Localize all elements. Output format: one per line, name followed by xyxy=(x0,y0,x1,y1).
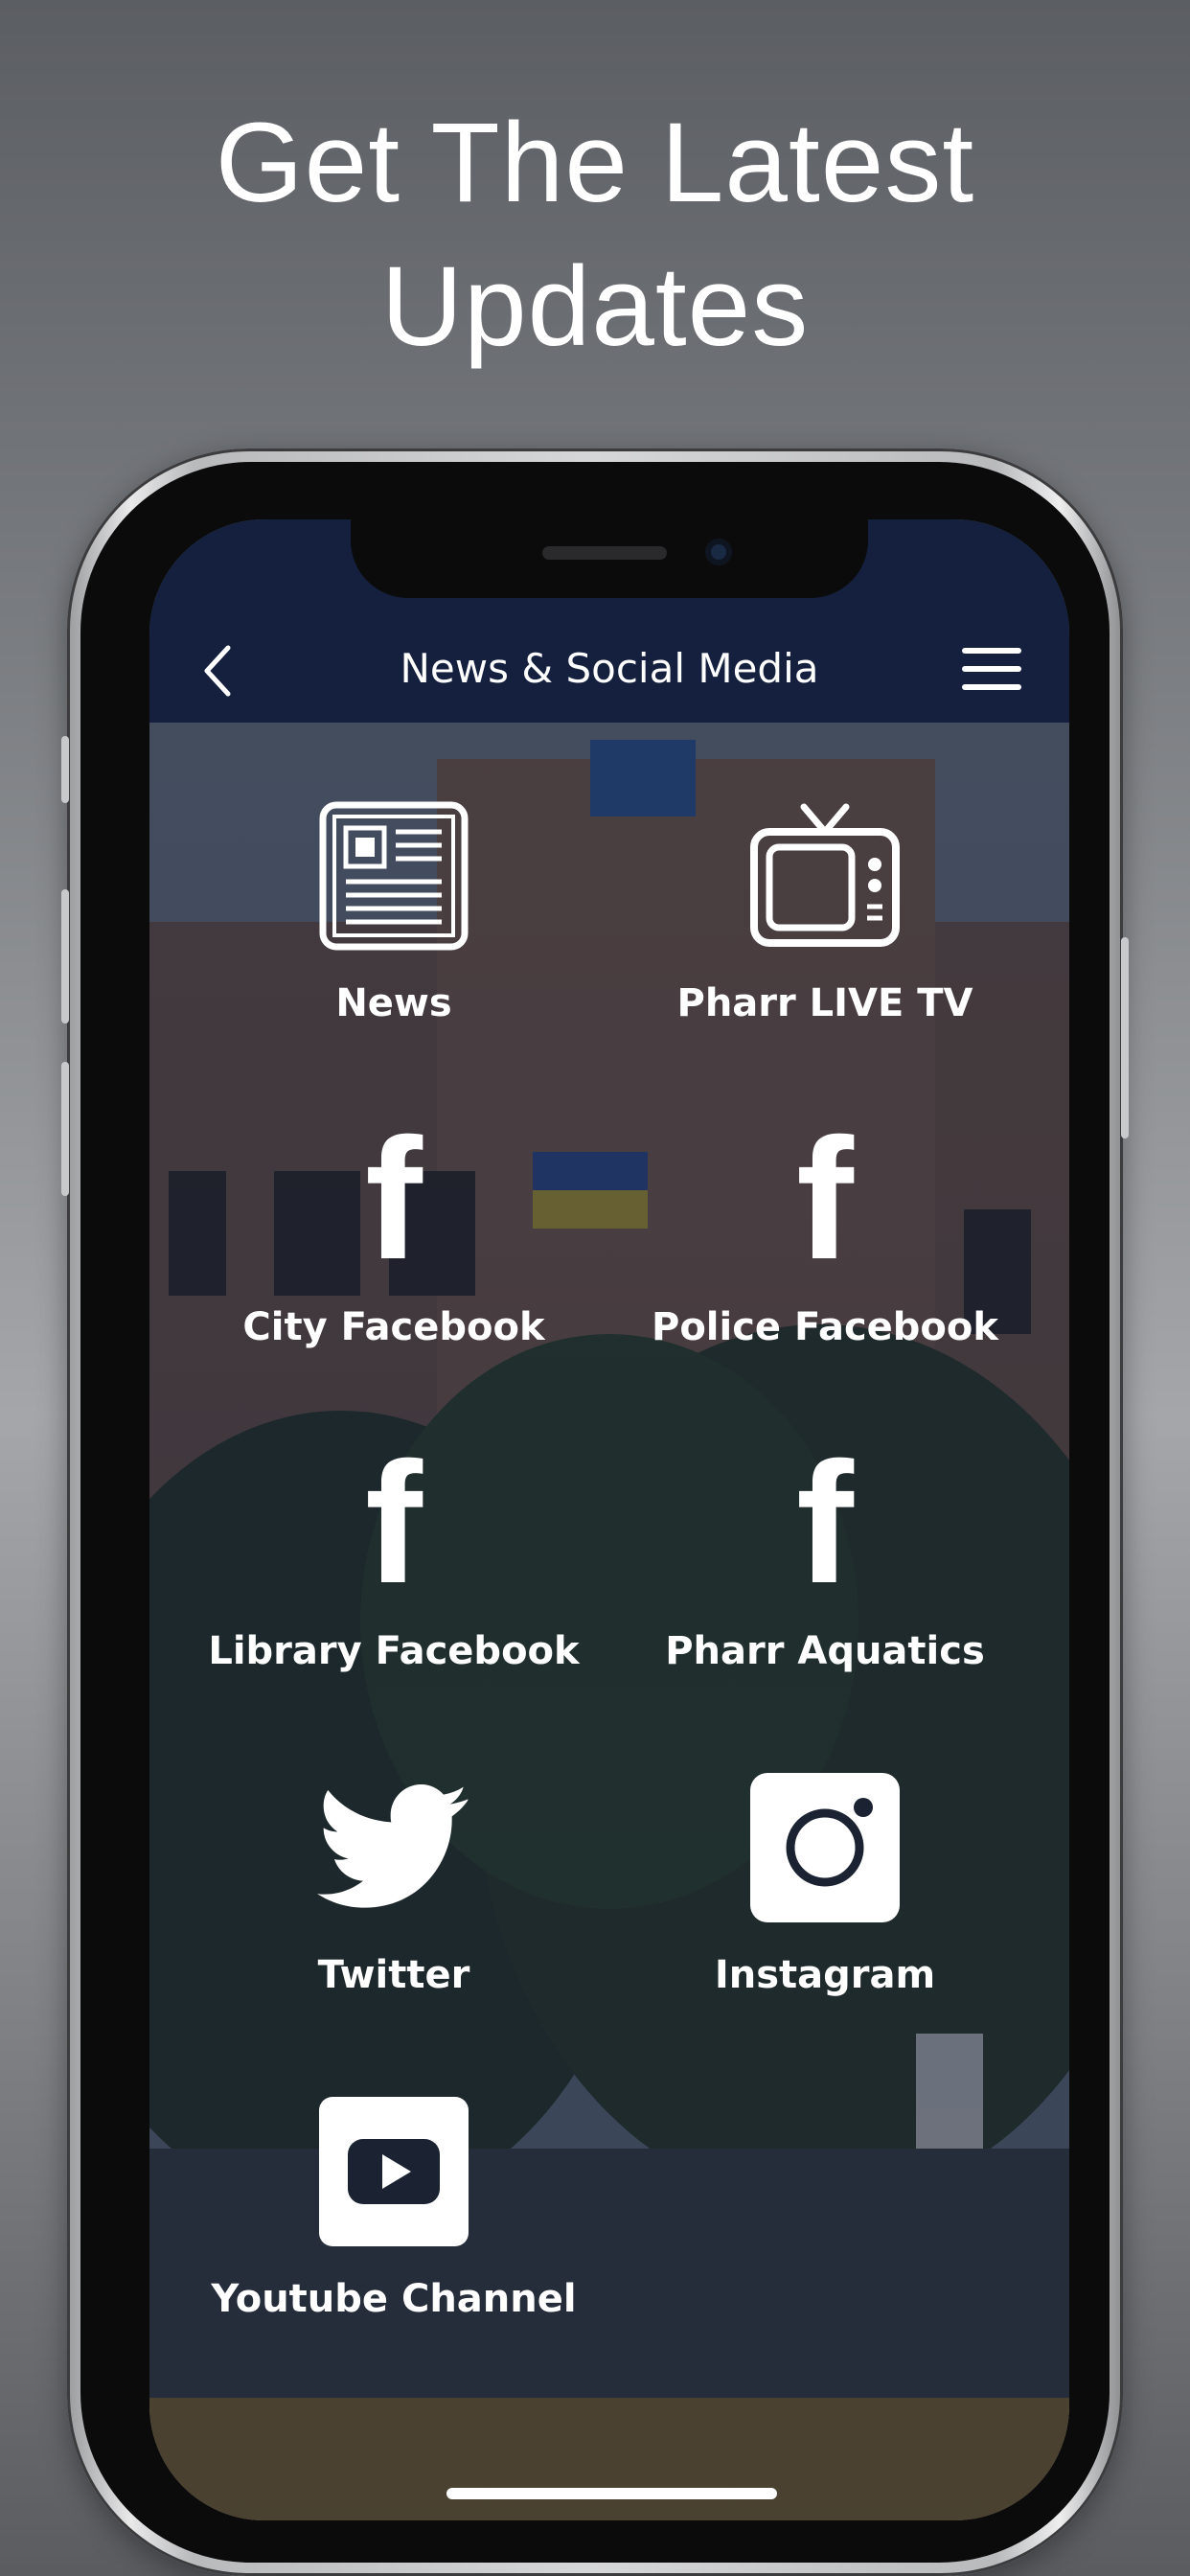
menu-line xyxy=(962,666,1021,672)
home-indicator[interactable] xyxy=(446,2488,777,2499)
tile-instagram[interactable]: Instagram xyxy=(624,1757,1026,2044)
newspaper-icon xyxy=(319,801,469,951)
earpiece-speaker xyxy=(542,546,667,560)
facebook-icon: f xyxy=(365,1103,423,1296)
headline-line-1: Get The Latest xyxy=(215,100,975,226)
tile-city-facebook[interactable]: f City Facebook xyxy=(193,1109,595,1396)
tile-twitter[interactable]: Twitter xyxy=(193,1757,595,2044)
tile-label: Twitter xyxy=(317,1953,470,1997)
facebook-icon: f xyxy=(365,1427,423,1620)
phone-bezel: News & Social Media News Pharr LIVE TV f… xyxy=(80,462,1110,2563)
television-icon xyxy=(750,803,900,947)
menu-line xyxy=(962,684,1021,690)
hamburger-menu-button[interactable] xyxy=(962,648,1021,692)
front-camera xyxy=(705,539,732,565)
tile-library-facebook[interactable]: f Library Facebook xyxy=(193,1433,595,1720)
tile-label: Youtube Channel xyxy=(211,2277,577,2321)
page-title: News & Social Media xyxy=(400,645,819,692)
tile-youtube-channel[interactable]: Youtube Channel xyxy=(193,2081,595,2368)
volume-down-button xyxy=(61,1062,69,1196)
tile-news[interactable]: News xyxy=(193,785,595,1072)
youtube-icon xyxy=(319,2097,469,2246)
tile-label: Library Facebook xyxy=(208,1629,580,1673)
facebook-icon: f xyxy=(796,1103,854,1296)
power-button xyxy=(1121,937,1129,1138)
tile-pharr-live-tv[interactable]: Pharr LIVE TV xyxy=(624,785,1026,1072)
twitter-icon xyxy=(317,1784,469,1908)
marketing-headline: Get The Latest Updates xyxy=(0,91,1190,379)
notch xyxy=(351,519,868,598)
menu-line xyxy=(962,648,1021,654)
phone-frame: News & Social Media News Pharr LIVE TV f… xyxy=(61,448,1129,2576)
tile-police-facebook[interactable]: f Police Facebook xyxy=(624,1109,1026,1396)
tile-label: Instagram xyxy=(714,1953,936,1997)
mute-switch xyxy=(61,736,69,803)
headline-line-2: Updates xyxy=(380,243,810,370)
tile-label: Police Facebook xyxy=(652,1305,998,1349)
tile-label: Pharr Aquatics xyxy=(665,1629,985,1673)
app-screen: News & Social Media News Pharr LIVE TV f… xyxy=(149,519,1069,2520)
volume-up-button xyxy=(61,889,69,1024)
instagram-icon xyxy=(750,1773,900,1922)
tile-label: Pharr LIVE TV xyxy=(676,981,973,1025)
facebook-icon: f xyxy=(796,1427,854,1620)
tile-label: News xyxy=(335,981,452,1025)
tile-pharr-aquatics[interactable]: f Pharr Aquatics xyxy=(624,1433,1026,1720)
tile-label: City Facebook xyxy=(242,1305,545,1349)
